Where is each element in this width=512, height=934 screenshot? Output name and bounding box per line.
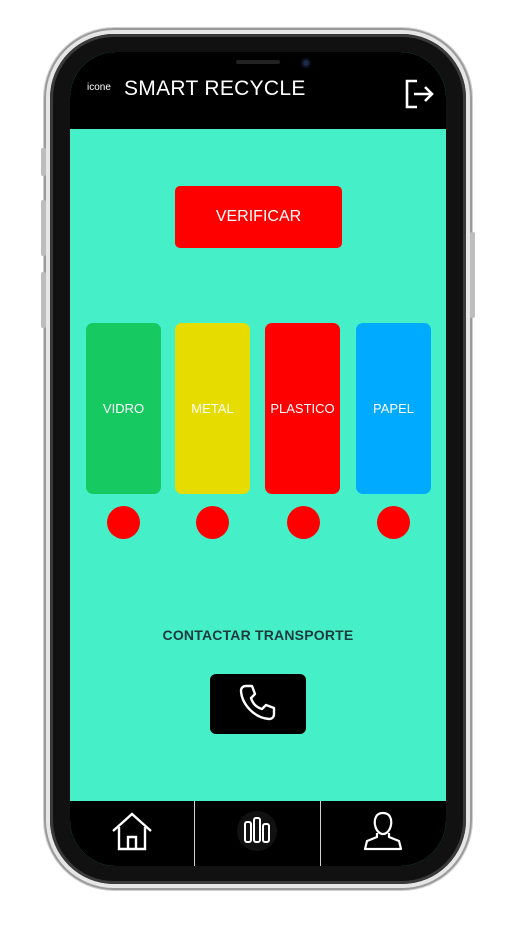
app-screen: icone SMART RECYCLE VERIFICAR VIDRO META… [70, 52, 446, 866]
bin-vidro[interactable]: VIDRO [86, 323, 161, 494]
mute-switch [41, 148, 46, 176]
power-button [470, 232, 475, 318]
bar-chart-icon [237, 811, 277, 856]
nav-stats[interactable] [195, 801, 319, 866]
status-indicator-papel [377, 506, 410, 539]
home-icon [110, 810, 154, 857]
bin-label: VIDRO [102, 401, 145, 416]
top-app-bar: icone SMART RECYCLE [70, 52, 446, 129]
user-icon [363, 810, 403, 857]
status-indicator-plastico [287, 506, 320, 539]
status-indicator-vidro [107, 506, 140, 539]
call-transport-button[interactable] [210, 674, 306, 734]
volume-up-button [41, 200, 46, 256]
status-indicator-metal [196, 506, 229, 539]
nav-profile[interactable] [321, 801, 445, 866]
speaker-grille [236, 60, 280, 64]
nav-home[interactable] [70, 801, 194, 866]
bin-papel[interactable]: PAPEL [356, 323, 431, 494]
bin-label: PAPEL [373, 401, 414, 416]
verify-button[interactable]: VERIFICAR [175, 186, 342, 248]
verify-button-label: VERIFICAR [215, 208, 302, 225]
bin-label: METAL [191, 401, 234, 416]
volume-down-button [41, 272, 46, 328]
bin-label: PLASTICO [270, 401, 335, 416]
logout-icon[interactable] [404, 78, 436, 110]
bin-metal[interactable]: METAL [175, 323, 250, 494]
app-icon-placeholder: icone [87, 82, 111, 93]
bin-plastico[interactable]: PLASTICO [265, 323, 340, 494]
bottom-nav-bar [70, 801, 446, 866]
app-title: SMART RECYCLE [124, 77, 306, 100]
contact-transport-label: CONTACTAR TRANSPORTE [162, 627, 354, 643]
phone-icon [237, 681, 279, 728]
front-camera [301, 58, 311, 68]
